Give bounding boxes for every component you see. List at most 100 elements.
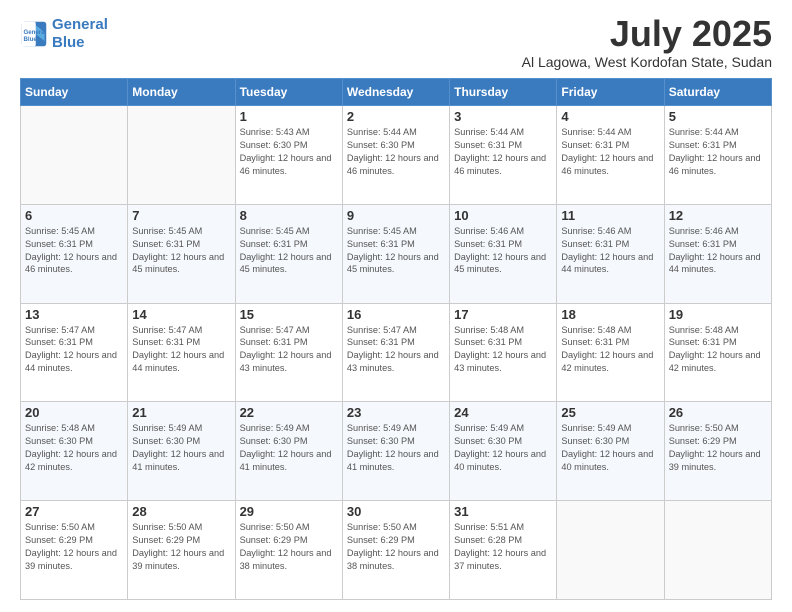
day-info: Sunrise: 5:44 AM Sunset: 6:30 PM Dayligh… [347,126,445,178]
day-info: Sunrise: 5:49 AM Sunset: 6:30 PM Dayligh… [132,422,230,474]
day-number: 25 [561,405,659,420]
calendar-cell-w2-d5: 10 Sunrise: 5:46 AM Sunset: 6:31 PM Dayli… [450,204,557,303]
day-number: 7 [132,208,230,223]
day-number: 24 [454,405,552,420]
day-number: 1 [240,109,338,124]
day-info: Sunrise: 5:44 AM Sunset: 6:31 PM Dayligh… [561,126,659,178]
calendar-cell-w3-d7: 19 Sunrise: 5:48 AM Sunset: 6:31 PM Dayli… [664,303,771,402]
col-saturday: Saturday [664,79,771,106]
calendar-cell-w2-d4: 9 Sunrise: 5:45 AM Sunset: 6:31 PM Daylig… [342,204,449,303]
calendar-cell-w5-d2: 28 Sunrise: 5:50 AM Sunset: 6:29 PM Dayli… [128,501,235,600]
calendar-header-row: Sunday Monday Tuesday Wednesday Thursday… [21,79,772,106]
calendar-cell-w1-d7: 5 Sunrise: 5:44 AM Sunset: 6:31 PM Daylig… [664,106,771,205]
day-info: Sunrise: 5:50 AM Sunset: 6:29 PM Dayligh… [132,521,230,573]
day-number: 3 [454,109,552,124]
calendar-cell-w3-d1: 13Sunrise: 5:47 AM Sunset: 6:31 PM Dayli… [21,303,128,402]
calendar-week-1: 1Sunrise: 5:43 AM Sunset: 6:30 PM Daylig… [21,106,772,205]
calendar-cell-w3-d3: 15Sunrise: 5:47 AM Sunset: 6:31 PM Dayli… [235,303,342,402]
day-info: Sunrise: 5:45 AM Sunset: 6:31 PM Dayligh… [25,225,123,277]
col-thursday: Thursday [450,79,557,106]
day-number: 2 [347,109,445,124]
day-number: 30 [347,504,445,519]
title-location: Al Lagowa, West Kordofan State, Sudan [522,54,772,70]
calendar-cell-w5-d7 [664,501,771,600]
day-info: Sunrise: 5:48 AM Sunset: 6:31 PM Dayligh… [454,324,552,376]
calendar-cell-w5-d3: 29 Sunrise: 5:50 AM Sunset: 6:29 PM Dayli… [235,501,342,600]
calendar-body: 1Sunrise: 5:43 AM Sunset: 6:30 PM Daylig… [21,106,772,600]
header: General Blue General Blue July 2025 Al L… [20,16,772,70]
day-info: Sunrise: 5:45 AM Sunset: 6:31 PM Dayligh… [240,225,338,277]
day-number: 19 [669,307,767,322]
day-number: 14 [132,307,230,322]
calendar-cell-w4-d3: 22Sunrise: 5:49 AM Sunset: 6:30 PM Dayli… [235,402,342,501]
day-info: Sunrise: 5:47 AM Sunset: 6:31 PM Dayligh… [347,324,445,376]
day-number: 6 [25,208,123,223]
calendar-cell-w2-d6: 11Sunrise: 5:46 AM Sunset: 6:31 PM Dayli… [557,204,664,303]
day-info: Sunrise: 5:50 AM Sunset: 6:29 PM Dayligh… [240,521,338,573]
day-number: 9 [347,208,445,223]
calendar-week-3: 13Sunrise: 5:47 AM Sunset: 6:31 PM Dayli… [21,303,772,402]
day-number: 5 [669,109,767,124]
day-info: Sunrise: 5:51 AM Sunset: 6:28 PM Dayligh… [454,521,552,573]
col-sunday: Sunday [21,79,128,106]
day-info: Sunrise: 5:45 AM Sunset: 6:31 PM Dayligh… [347,225,445,277]
day-info: Sunrise: 5:49 AM Sunset: 6:30 PM Dayligh… [454,422,552,474]
day-info: Sunrise: 5:48 AM Sunset: 6:30 PM Dayligh… [25,422,123,474]
title-month: July 2025 [522,16,772,52]
calendar-cell-w4-d2: 21 Sunrise: 5:49 AM Sunset: 6:30 PM Dayli… [128,402,235,501]
svg-text:Blue: Blue [24,36,38,43]
calendar-cell-w5-d4: 30 Sunrise: 5:50 AM Sunset: 6:29 PM Dayli… [342,501,449,600]
calendar-cell-w1-d6: 4Sunrise: 5:44 AM Sunset: 6:31 PM Daylig… [557,106,664,205]
day-info: Sunrise: 5:48 AM Sunset: 6:31 PM Dayligh… [561,324,659,376]
page: General Blue General Blue July 2025 Al L… [0,0,792,612]
day-info: Sunrise: 5:49 AM Sunset: 6:30 PM Dayligh… [347,422,445,474]
col-friday: Friday [557,79,664,106]
logo-line2: Blue [52,34,85,51]
title-block: July 2025 Al Lagowa, West Kordofan State… [522,16,772,70]
day-info: Sunrise: 5:50 AM Sunset: 6:29 PM Dayligh… [25,521,123,573]
day-info: Sunrise: 5:47 AM Sunset: 6:31 PM Dayligh… [240,324,338,376]
col-wednesday: Wednesday [342,79,449,106]
calendar-table: Sunday Monday Tuesday Wednesday Thursday… [20,78,772,600]
calendar-cell-w2-d2: 7 Sunrise: 5:45 AM Sunset: 6:31 PM Daylig… [128,204,235,303]
day-number: 18 [561,307,659,322]
day-info: Sunrise: 5:46 AM Sunset: 6:31 PM Dayligh… [669,225,767,277]
day-number: 22 [240,405,338,420]
day-number: 26 [669,405,767,420]
calendar-cell-w5-d6 [557,501,664,600]
logo: General Blue General Blue [20,16,108,52]
calendar-cell-w2-d1: 6 Sunrise: 5:45 AM Sunset: 6:31 PM Daylig… [21,204,128,303]
calendar-cell-w3-d4: 16 Sunrise: 5:47 AM Sunset: 6:31 PM Dayli… [342,303,449,402]
day-number: 21 [132,405,230,420]
day-number: 10 [454,208,552,223]
calendar-cell-w1-d3: 1Sunrise: 5:43 AM Sunset: 6:30 PM Daylig… [235,106,342,205]
day-info: Sunrise: 5:47 AM Sunset: 6:31 PM Dayligh… [132,324,230,376]
calendar-cell-w2-d7: 12Sunrise: 5:46 AM Sunset: 6:31 PM Dayli… [664,204,771,303]
calendar-week-4: 20 Sunrise: 5:48 AM Sunset: 6:30 PM Dayli… [21,402,772,501]
svg-text:General: General [24,29,47,36]
calendar-cell-w4-d4: 23Sunrise: 5:49 AM Sunset: 6:30 PM Dayli… [342,402,449,501]
day-number: 20 [25,405,123,420]
calendar-cell-w5-d5: 31 Sunrise: 5:51 AM Sunset: 6:28 PM Dayli… [450,501,557,600]
day-number: 8 [240,208,338,223]
day-info: Sunrise: 5:46 AM Sunset: 6:31 PM Dayligh… [454,225,552,277]
day-number: 31 [454,504,552,519]
day-info: Sunrise: 5:50 AM Sunset: 6:29 PM Dayligh… [347,521,445,573]
calendar-cell-w5-d1: 27Sunrise: 5:50 AM Sunset: 6:29 PM Dayli… [21,501,128,600]
calendar-cell-w4-d7: 26 Sunrise: 5:50 AM Sunset: 6:29 PM Dayli… [664,402,771,501]
day-info: Sunrise: 5:45 AM Sunset: 6:31 PM Dayligh… [132,225,230,277]
calendar-cell-w2-d3: 8 Sunrise: 5:45 AM Sunset: 6:31 PM Daylig… [235,204,342,303]
day-number: 17 [454,307,552,322]
day-info: Sunrise: 5:44 AM Sunset: 6:31 PM Dayligh… [669,126,767,178]
day-number: 29 [240,504,338,519]
day-number: 16 [347,307,445,322]
logo-icon: General Blue [20,20,48,48]
day-number: 28 [132,504,230,519]
col-tuesday: Tuesday [235,79,342,106]
day-info: Sunrise: 5:48 AM Sunset: 6:31 PM Dayligh… [669,324,767,376]
day-info: Sunrise: 5:50 AM Sunset: 6:29 PM Dayligh… [669,422,767,474]
day-info: Sunrise: 5:49 AM Sunset: 6:30 PM Dayligh… [561,422,659,474]
calendar-cell-w4-d6: 25 Sunrise: 5:49 AM Sunset: 6:30 PM Dayli… [557,402,664,501]
calendar-cell-w1-d2 [128,106,235,205]
calendar-cell-w1-d1 [21,106,128,205]
